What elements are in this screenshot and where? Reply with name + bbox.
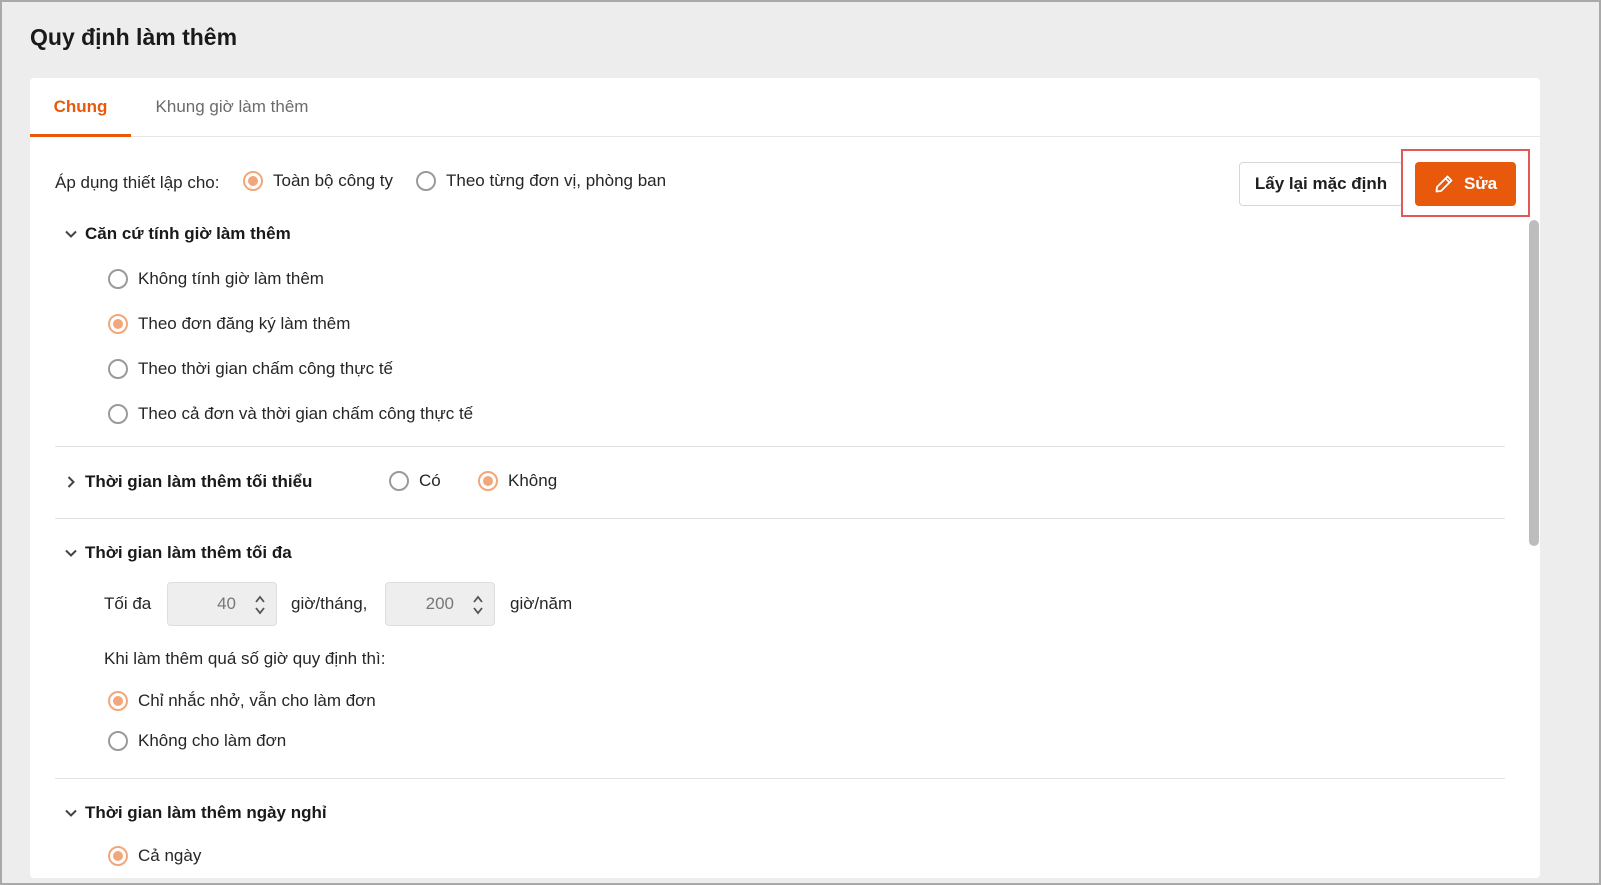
spinner-arrows-icon[interactable] xyxy=(470,592,486,618)
section-basis-title: Căn cứ tính giờ làm thêm xyxy=(85,224,291,243)
basis-option[interactable]: Không tính giờ làm thêm xyxy=(108,269,324,289)
chevron-down-icon xyxy=(63,545,79,561)
settings-card: Chung Khung giờ làm thêm Áp dụng thiết l… xyxy=(30,78,1540,878)
basis-option-label: Không tính giờ làm thêm xyxy=(138,269,324,288)
page-title: Quy định làm thêm xyxy=(30,24,238,50)
min-option-no[interactable]: Không xyxy=(478,471,557,491)
spinner-arrows-icon[interactable] xyxy=(252,592,268,618)
basis-option-label: Theo cả đơn và thời gian chấm công thực … xyxy=(138,404,474,423)
divider xyxy=(55,446,1505,447)
radio-icon[interactable] xyxy=(108,404,128,424)
exceed-option[interactable]: Chỉ nhắc nhở, vẫn cho làm đơn xyxy=(108,691,376,711)
divider xyxy=(55,778,1505,779)
radio-icon[interactable] xyxy=(108,359,128,379)
tab-khung-gio-lam-them[interactable]: Khung giờ làm thêm xyxy=(152,78,312,137)
holiday-option[interactable]: Cả ngày xyxy=(108,846,201,866)
exceed-label: Khi làm thêm quá số giờ quy định thì: xyxy=(104,649,386,668)
basis-option-label: Theo thời gian chấm công thực tế xyxy=(138,359,393,378)
min-option-label: Không xyxy=(508,471,558,490)
section-max-title: Thời gian làm thêm tối đa xyxy=(85,543,292,562)
apply-option-label: Toàn bộ công ty xyxy=(273,171,394,190)
year-unit: giờ/năm xyxy=(510,594,573,613)
apply-option-label: Theo từng đơn vị, phòng ban xyxy=(446,171,667,190)
pencil-icon xyxy=(1435,175,1453,193)
month-hours-value: 40 xyxy=(217,594,236,613)
radio-icon[interactable] xyxy=(416,171,436,191)
radio-icon[interactable] xyxy=(108,731,128,751)
month-unit: giờ/tháng, xyxy=(291,594,368,613)
chevron-right-icon xyxy=(63,474,79,490)
month-hours-input[interactable]: 40 xyxy=(167,582,277,626)
min-option-label: Có xyxy=(419,471,441,490)
exceed-option-label: Không cho làm đơn xyxy=(138,731,287,750)
exceed-option[interactable]: Không cho làm đơn xyxy=(108,731,286,751)
radio-icon[interactable] xyxy=(389,471,409,491)
chevron-down-icon xyxy=(63,805,79,821)
year-hours-input[interactable]: 200 xyxy=(385,582,495,626)
section-holiday-header[interactable]: Thời gian làm thêm ngày nghỉ xyxy=(63,803,327,823)
reset-default-button[interactable]: Lấy lại mặc định xyxy=(1239,162,1403,206)
apply-option-by-unit[interactable]: Theo từng đơn vị, phòng ban xyxy=(416,171,666,191)
section-min-title: Thời gian làm thêm tối thiểu xyxy=(85,472,313,491)
radio-checked-icon[interactable] xyxy=(108,314,128,334)
section-max-header[interactable]: Thời gian làm thêm tối đa xyxy=(63,543,292,563)
scrollbar-thumb[interactable] xyxy=(1529,220,1539,546)
divider xyxy=(55,518,1505,519)
radio-checked-icon[interactable] xyxy=(478,471,498,491)
max-label: Tối đa xyxy=(104,594,152,613)
radio-checked-icon[interactable] xyxy=(243,171,263,191)
edit-button-label: Sửa xyxy=(1463,174,1498,193)
edit-button[interactable]: Sửa xyxy=(1415,162,1516,206)
section-min-header[interactable]: Thời gian làm thêm tối thiểu xyxy=(63,472,312,492)
basis-option[interactable]: Theo đơn đăng ký làm thêm xyxy=(108,314,350,334)
tab-bar: Chung Khung giờ làm thêm xyxy=(30,78,1540,137)
radio-icon[interactable] xyxy=(108,269,128,289)
apply-label: Áp dụng thiết lập cho: xyxy=(55,173,220,192)
basis-option-label: Theo đơn đăng ký làm thêm xyxy=(138,314,351,333)
radio-checked-icon[interactable] xyxy=(108,691,128,711)
basis-option[interactable]: Theo thời gian chấm công thực tế xyxy=(108,359,393,379)
basis-option[interactable]: Theo cả đơn và thời gian chấm công thực … xyxy=(108,404,473,424)
section-basis-header[interactable]: Căn cứ tính giờ làm thêm xyxy=(63,224,291,244)
chevron-down-icon xyxy=(63,226,79,242)
year-hours-value: 200 xyxy=(425,594,454,613)
apply-option-whole-company[interactable]: Toàn bộ công ty xyxy=(243,171,393,191)
holiday-option-label: Cả ngày xyxy=(138,846,202,865)
min-option-yes[interactable]: Có xyxy=(389,471,441,491)
tab-chung[interactable]: Chung xyxy=(30,78,131,137)
exceed-option-label: Chỉ nhắc nhở, vẫn cho làm đơn xyxy=(138,691,376,710)
section-holiday-title: Thời gian làm thêm ngày nghỉ xyxy=(85,803,327,822)
radio-checked-icon[interactable] xyxy=(108,846,128,866)
